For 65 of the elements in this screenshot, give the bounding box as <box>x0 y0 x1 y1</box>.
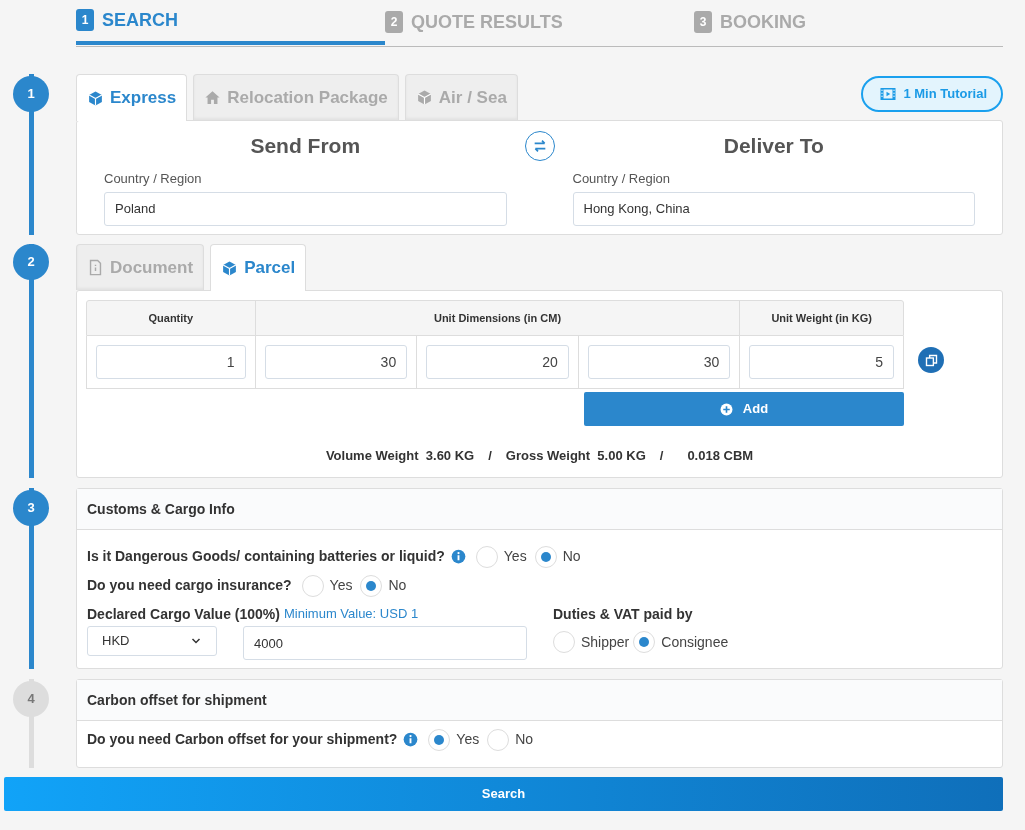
number-field[interactable]: 1 <box>96 345 246 379</box>
separator-text: / <box>659 447 664 465</box>
cube-icon <box>415 89 433 106</box>
add-button[interactable]: Add <box>584 392 904 426</box>
tutorial-button[interactable]: 1 Min Tutorial <box>861 76 1003 112</box>
question-label: Is it Dangerous Goods/ containing batteries or liquid? <box>87 547 445 566</box>
field-label: Duties & VAT paid by <box>553 604 694 624</box>
search-button[interactable]: Search <box>4 777 1003 811</box>
radio-label: Consignee <box>661 632 729 652</box>
value-field[interactable]: 4000 <box>243 626 527 660</box>
radio-label: Yes <box>503 547 527 566</box>
field-label: Country / Region <box>104 170 203 188</box>
step-tab[interactable]: 3 BOOKING <box>694 5 1003 45</box>
summary-text: 0.018 CBM <box>687 447 754 465</box>
radio-button[interactable] <box>360 574 383 597</box>
hint-text: Minimum Value: USD 1 <box>284 605 419 624</box>
type-tab[interactable]: Document <box>76 244 205 290</box>
radio-label: No <box>515 730 534 749</box>
number-field[interactable]: 20 <box>426 345 569 379</box>
number-field[interactable]: 30 <box>587 345 731 379</box>
swap-button[interactable] <box>524 131 555 161</box>
radio-button[interactable] <box>475 545 498 568</box>
section-heading: Send From <box>249 133 362 159</box>
radio-label: Yes <box>456 730 480 749</box>
field-label: Declared Cargo Value (100%) <box>87 604 280 624</box>
currency-dropdown[interactable]: HKD <box>87 626 217 656</box>
section-heading: Deliver To <box>722 133 825 159</box>
document-icon <box>87 259 104 276</box>
column-header: Quantity <box>147 310 195 326</box>
house-icon <box>204 89 222 106</box>
number-field[interactable]: 30 <box>264 345 408 379</box>
question-label: Do you need cargo insurance? <box>87 576 292 595</box>
radio-label: Yes <box>329 576 353 595</box>
copy-icon <box>923 352 939 368</box>
radio-button[interactable] <box>428 728 451 751</box>
type-tab[interactable]: Relocation Package <box>193 74 399 120</box>
radio-label: No <box>388 576 407 595</box>
country-field[interactable]: Poland <box>104 191 507 226</box>
question-label: Do you need Carbon offset for your shipment? <box>87 730 398 749</box>
field-label: Country / Region <box>572 170 672 188</box>
column-header: Unit Dimensions (in CM) <box>254 301 740 335</box>
radio-button[interactable] <box>301 574 324 597</box>
radio-label: No <box>562 547 581 566</box>
radio-button[interactable] <box>553 631 575 653</box>
radio-button[interactable] <box>534 545 557 568</box>
cube-icon <box>221 259 239 277</box>
number-field[interactable]: 5 <box>749 345 894 379</box>
plus-icon <box>719 402 733 416</box>
panel-title: Customs & Cargo Info <box>77 489 1002 530</box>
type-tab[interactable]: Express <box>76 74 188 121</box>
summary-text: Volume Weight 3.60 KG <box>325 447 475 465</box>
type-tab[interactable]: Air / Sea <box>404 74 518 120</box>
summary-text: Gross Weight 5.00 KG <box>505 447 646 465</box>
column-header: Unit Weight (in KG) <box>739 301 903 335</box>
copy-button[interactable] <box>918 347 944 373</box>
cube-icon <box>87 89 104 107</box>
radio-button[interactable] <box>487 728 510 751</box>
panel-title: Carbon offset for shipment <box>77 680 1002 721</box>
radio-button[interactable] <box>633 631 656 653</box>
radio-label: Shipper <box>581 632 630 652</box>
type-tab[interactable]: Parcel <box>210 244 307 291</box>
country-field[interactable]: Hong Kong, China <box>572 191 975 226</box>
step-tab[interactable]: 2 QUOTE RESULTS <box>385 5 694 45</box>
step-tab[interactable]: 1 SEARCH <box>76 5 385 45</box>
separator-text: / <box>488 447 492 465</box>
